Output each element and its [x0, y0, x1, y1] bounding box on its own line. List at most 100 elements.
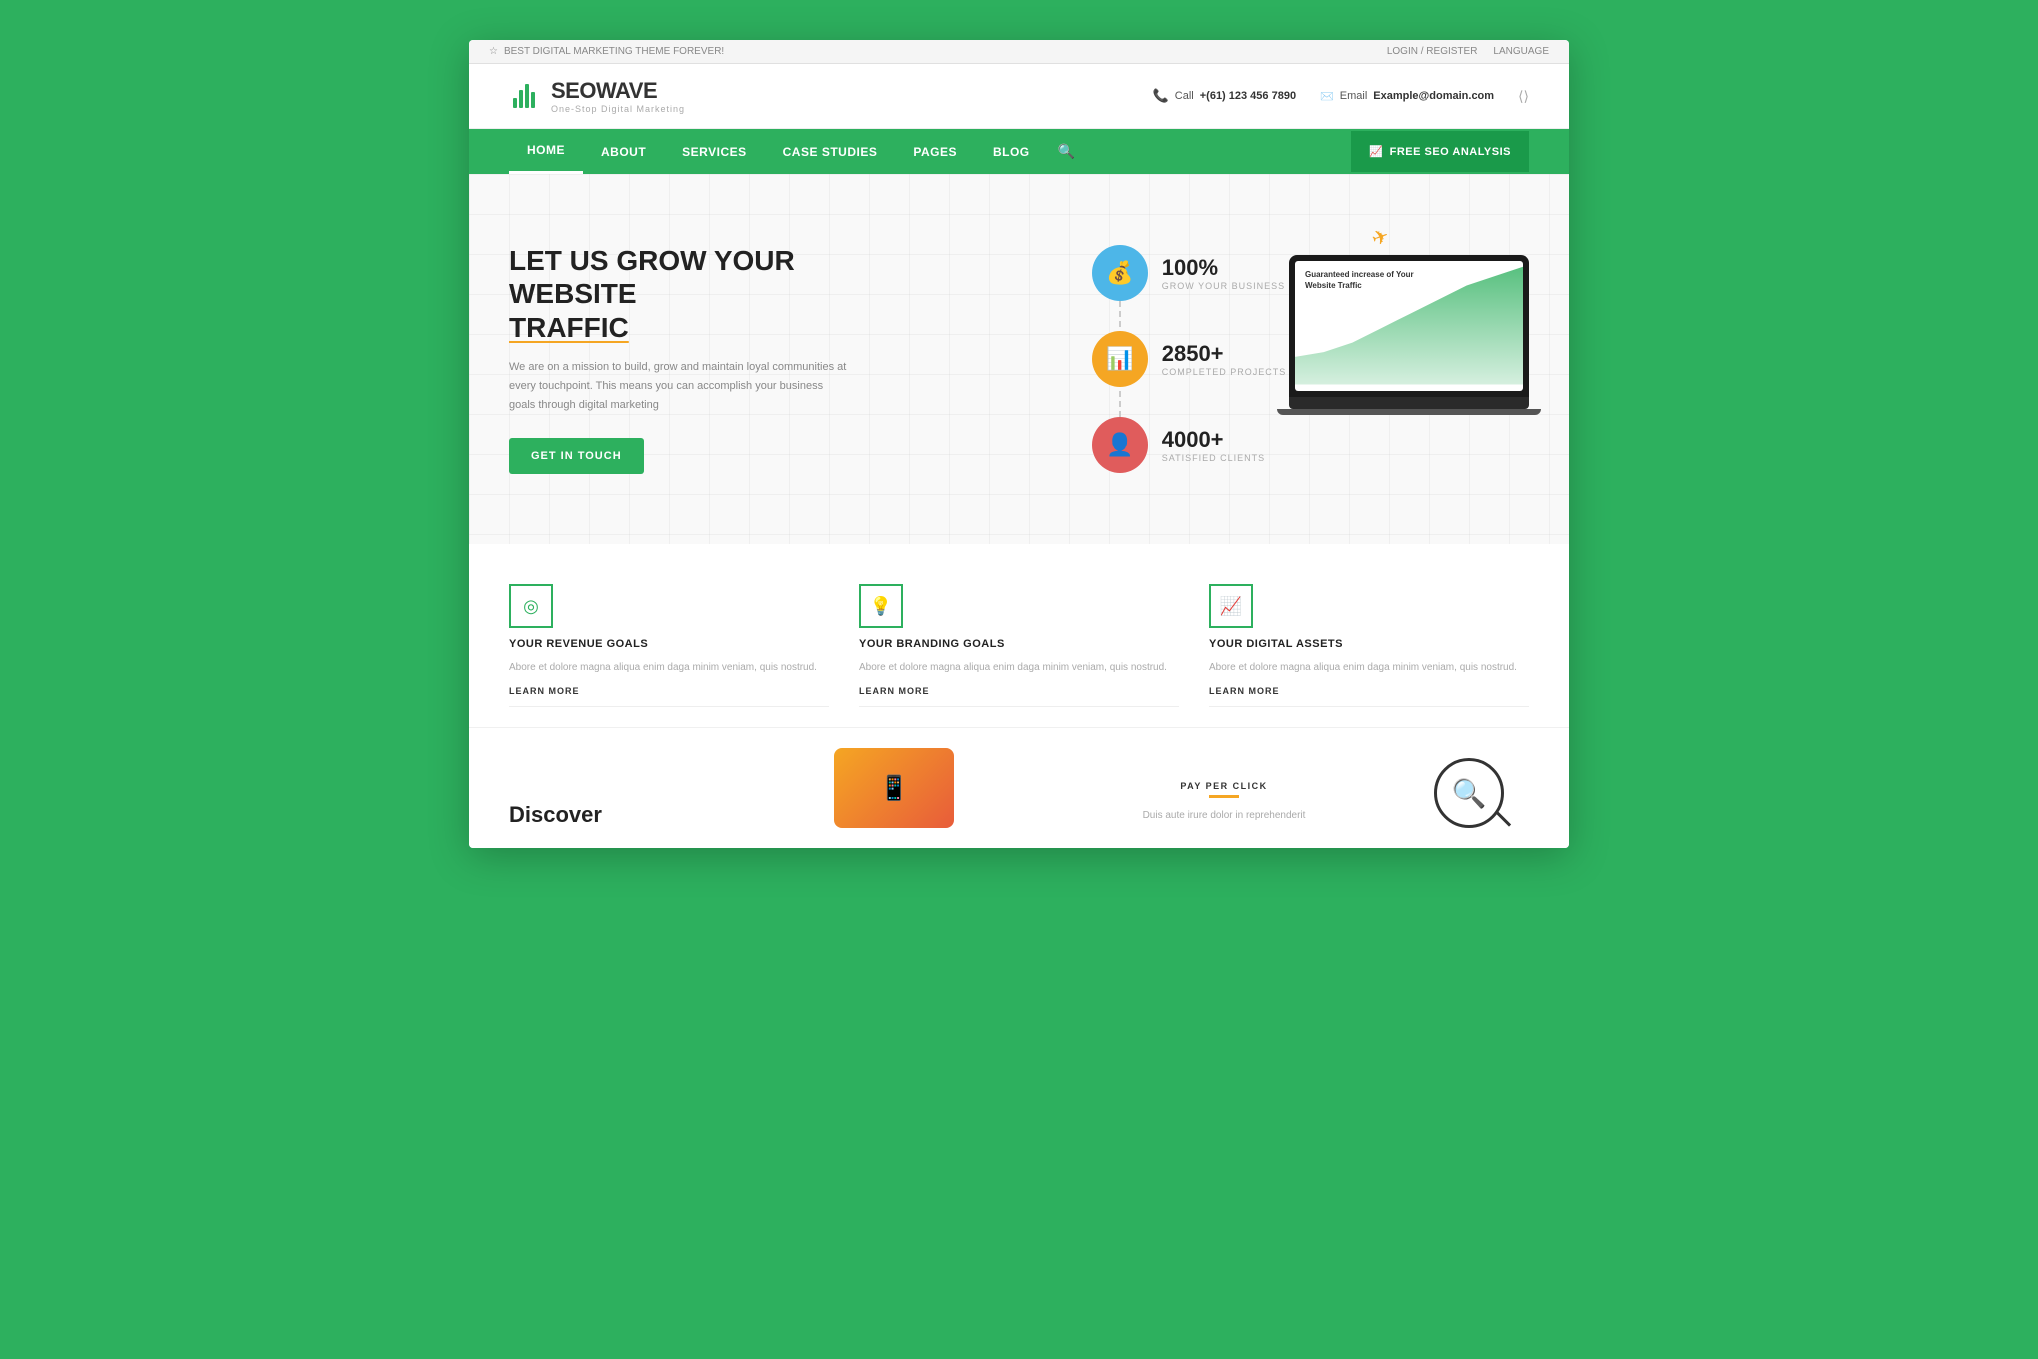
stat-label-clients: SATISFIED CLIENTS: [1162, 453, 1265, 463]
service-title-branding: YOUR BRANDING GOALS: [859, 638, 1179, 650]
service-graphic: 📱: [834, 748, 954, 828]
stats-area: 💰 100% GROW YOUR BUSINESS 📊 285: [1092, 245, 1287, 473]
search-circle-icon: 🔍: [1434, 758, 1504, 828]
bottom-teaser: Discover 📱 PAY PER CLICK Duis aute irure…: [469, 727, 1569, 848]
hero-section: LET US GROW YOUR WEBSITE TRAFFIC We are …: [469, 174, 1569, 544]
laptop-screen-inner: Guaranteed increase of YourWebsite Traff…: [1295, 261, 1523, 391]
search-icon[interactable]: 🔍: [1048, 129, 1085, 174]
services-grid: ◎ YOUR REVENUE GOALS Abore et dolore mag…: [509, 584, 1529, 707]
paper-plane-icon: ✈: [1368, 223, 1392, 252]
nav-pages[interactable]: PAGES: [895, 131, 975, 173]
ppc-section: PAY PER CLICK Duis aute irure dolor in r…: [1079, 781, 1369, 828]
logo: SEOWAVE One-Stop Digital Marketing: [509, 78, 685, 114]
laptop-graphic: Guaranteed increase of YourWebsite Traff…: [1289, 255, 1529, 415]
stat-label-projects: COMPLETED PROJECTS: [1162, 367, 1287, 377]
top-bar-text: BEST DIGITAL MARKETING THEME FOREVER!: [504, 46, 724, 57]
nav-items: HOME ABOUT SERVICES CASE STUDIES PAGES B…: [509, 129, 1351, 174]
hero-title-line1: LET US GROW YOUR WEBSITE: [509, 245, 795, 310]
ppc-divider: [1209, 795, 1239, 798]
laptop-bottom: [1277, 409, 1541, 415]
nav-about[interactable]: ABOUT: [583, 131, 664, 173]
stat-business: 💰 100% GROW YOUR BUSINESS: [1092, 245, 1287, 301]
chart-icon: 📈: [1369, 145, 1383, 158]
logo-seo: SEO: [551, 78, 596, 103]
hero-right: ✈ 💰 100% GROW YOUR BUSINESS: [889, 245, 1529, 473]
ppc-desc: Duis aute irure dolor in reprehenderit: [1079, 808, 1369, 824]
service-icon-digital: 📈: [1209, 584, 1253, 628]
site-header: SEOWAVE One-Stop Digital Marketing 📞 Cal…: [469, 64, 1569, 129]
stat-number-business: 100%: [1162, 255, 1285, 281]
hero-description: We are on a mission to build, grow and m…: [509, 358, 849, 414]
call-label: Call: [1175, 90, 1194, 102]
service-desc-revenue: Abore et dolore magna aliqua enim daga m…: [509, 660, 829, 676]
email-icon: ✉️: [1320, 90, 1334, 103]
service-revenue: ◎ YOUR REVENUE GOALS Abore et dolore mag…: [509, 584, 829, 707]
service-link-revenue[interactable]: LEARN MORE: [509, 686, 829, 707]
hero-left: LET US GROW YOUR WEBSITE TRAFFIC We are …: [509, 244, 889, 475]
stat-number-projects: 2850+: [1162, 341, 1287, 367]
search-graphic: 🔍: [1409, 758, 1529, 828]
stats-list: 💰 100% GROW YOUR BUSINESS 📊 285: [1092, 245, 1287, 473]
hero-cta-button[interactable]: GET IN TOUCH: [509, 438, 644, 474]
login-link[interactable]: LOGIN / REGISTER: [1387, 46, 1478, 57]
star-icon: ☆: [489, 46, 498, 57]
logo-text: SEOWAVE One-Stop Digital Marketing: [551, 78, 685, 114]
service-digital: 📈 YOUR DIGITAL ASSETS Abore et dolore ma…: [1209, 584, 1529, 707]
chart-bar-icon: 📊: [1106, 346, 1133, 372]
top-bar: ☆ BEST DIGITAL MARKETING THEME FOREVER! …: [469, 40, 1569, 64]
stat-text-projects: 2850+ COMPLETED PROJECTS: [1162, 341, 1287, 377]
stat-icon-projects: 📊: [1092, 331, 1148, 387]
nav-case-studies[interactable]: CASE STUDIES: [765, 131, 896, 173]
email-label: Email: [1340, 90, 1368, 102]
service-desc-digital: Abore et dolore magna aliqua enim daga m…: [1209, 660, 1529, 676]
money-bag-icon: 💰: [1106, 260, 1133, 286]
laptop-base: [1289, 397, 1529, 409]
share-icon[interactable]: ⟨⟩: [1518, 88, 1529, 105]
service-link-branding[interactable]: LEARN MORE: [859, 686, 1179, 707]
stat-text-clients: 4000+ SATISFIED CLIENTS: [1162, 427, 1265, 463]
ppc-label: PAY PER CLICK: [1079, 781, 1369, 791]
stat-number-clients: 4000+: [1162, 427, 1265, 453]
top-bar-right: LOGIN / REGISTER LANGUAGE: [1387, 46, 1549, 57]
hero-title-line2: TRAFFIC: [509, 312, 629, 343]
cta-label: FREE SEO ANALYSIS: [1390, 146, 1511, 158]
stat-icon-clients: 👤: [1092, 417, 1148, 473]
service-title-revenue: YOUR REVENUE GOALS: [509, 638, 829, 650]
service-icon-revenue: ◎: [509, 584, 553, 628]
service-branding: 💡 YOUR BRANDING GOALS Abore et dolore ma…: [859, 584, 1179, 707]
logo-wave: WAVE: [596, 78, 657, 103]
nav-services[interactable]: SERVICES: [664, 131, 764, 173]
stat-text-business: 100% GROW YOUR BUSINESS: [1162, 255, 1285, 291]
stat-clients: 👤 4000+ SATISFIED CLIENTS: [1092, 417, 1287, 473]
discover-section: Discover: [509, 802, 709, 828]
logo-brand: SEOWAVE: [551, 78, 685, 104]
logo-tagline: One-Stop Digital Marketing: [551, 104, 685, 114]
laptop-screen: Guaranteed increase of YourWebsite Traff…: [1289, 255, 1529, 397]
stat-icon-business: 💰: [1092, 245, 1148, 301]
service-desc-branding: Abore et dolore magna aliqua enim daga m…: [859, 660, 1179, 676]
stat-label-business: GROW YOUR BUSINESS: [1162, 281, 1285, 291]
language-selector[interactable]: LANGUAGE: [1493, 46, 1549, 57]
services-section: ◎ YOUR REVENUE GOALS Abore et dolore mag…: [469, 544, 1569, 727]
service-title-digital: YOUR DIGITAL ASSETS: [1209, 638, 1529, 650]
call-number: +(61) 123 456 7890: [1200, 90, 1296, 102]
email-value: Example@domain.com: [1373, 90, 1494, 102]
service-link-digital[interactable]: LEARN MORE: [1209, 686, 1529, 707]
nav-home[interactable]: HOME: [509, 129, 583, 174]
main-nav: HOME ABOUT SERVICES CASE STUDIES PAGES B…: [469, 129, 1569, 174]
phone-contact: 📞 Call +(61) 123 456 7890: [1153, 88, 1296, 104]
service-icon-branding: 💡: [859, 584, 903, 628]
phone-icon: 📞: [1153, 88, 1169, 104]
top-bar-left: ☆ BEST DIGITAL MARKETING THEME FOREVER!: [489, 46, 724, 57]
header-contact: 📞 Call +(61) 123 456 7890 ✉️ Email Examp…: [1153, 88, 1529, 105]
traffic-chart: [1295, 261, 1523, 385]
stat-projects: 📊 2850+ COMPLETED PROJECTS: [1092, 331, 1287, 387]
nav-cta-button[interactable]: 📈 FREE SEO ANALYSIS: [1351, 131, 1529, 172]
nav-blog[interactable]: BLOG: [975, 131, 1048, 173]
laptop: Guaranteed increase of YourWebsite Traff…: [1289, 255, 1529, 415]
person-icon: 👤: [1106, 432, 1133, 458]
email-contact: ✉️ Email Example@domain.com: [1320, 90, 1494, 103]
logo-icon: [509, 80, 541, 112]
hero-title: LET US GROW YOUR WEBSITE TRAFFIC: [509, 244, 849, 345]
teaser-graphic: 📱: [749, 748, 1039, 828]
